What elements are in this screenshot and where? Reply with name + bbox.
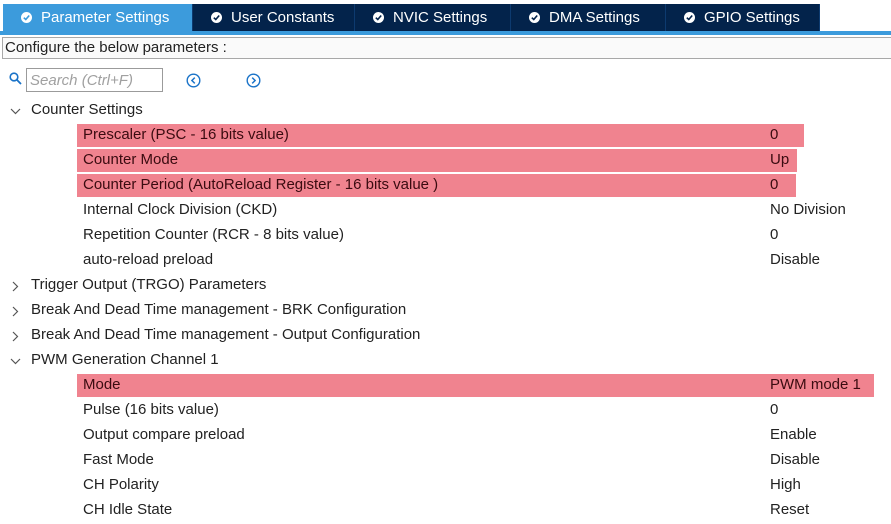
param-row-ch-idle-state[interactable]: CH Idle State Reset (0, 498, 891, 523)
param-value[interactable]: 0 (770, 176, 778, 193)
tab-bar: Parameter Settings User Constants NVIC S… (0, 0, 891, 36)
search-input[interactable] (26, 68, 163, 92)
param-name: CH Idle State (83, 501, 173, 518)
param-row-ch-polarity[interactable]: CH Polarity High (0, 473, 891, 498)
section-brk-configuration[interactable]: Break And Dead Time management - BRK Con… (0, 298, 891, 323)
param-name: Internal Clock Division (CKD) (83, 201, 278, 218)
section-trgo-parameters[interactable]: Trigger Output (TRGO) Parameters (0, 273, 891, 298)
section-label: PWM Generation Channel 1 (31, 351, 219, 368)
param-row-output-compare-preload[interactable]: Output compare preload Enable (0, 423, 891, 448)
param-value[interactable]: Up (770, 151, 789, 168)
param-row-auto-reload-preload[interactable]: auto-reload preload Disable (0, 248, 891, 273)
param-name: Prescaler (PSC - 16 bits value) (83, 126, 289, 143)
tab-label: GPIO Settings (704, 9, 800, 26)
check-circle-icon (211, 12, 222, 23)
tab-nvic-settings[interactable]: NVIC Settings (355, 4, 511, 31)
previous-circle-icon[interactable] (186, 73, 201, 88)
section-label: Counter Settings (31, 101, 143, 118)
param-name: auto-reload preload (83, 251, 214, 268)
param-value[interactable]: 0 (770, 401, 778, 418)
tab-label: NVIC Settings (393, 9, 488, 26)
check-circle-icon (684, 12, 695, 23)
tab-dma-settings[interactable]: DMA Settings (511, 4, 666, 31)
param-name: Counter Period (AutoReload Register - 16… (83, 176, 439, 193)
section-pwm-channel-1[interactable]: PWM Generation Channel 1 (0, 348, 891, 373)
check-circle-icon (529, 12, 540, 23)
section-counter-settings[interactable]: Counter Settings (0, 98, 891, 123)
check-circle-icon (21, 12, 32, 23)
check-circle-icon (373, 12, 384, 23)
row-highlight (77, 149, 797, 172)
param-row-repetition-counter[interactable]: Repetition Counter (RCR - 8 bits value) … (0, 223, 891, 248)
param-value[interactable]: Reset (770, 501, 809, 518)
param-row-pulse[interactable]: Pulse (16 bits value) 0 (0, 398, 891, 423)
tab-parameter-settings[interactable]: Parameter Settings (3, 4, 193, 31)
tab-underline (0, 31, 891, 35)
param-name: CH Polarity (83, 476, 159, 493)
param-name: Repetition Counter (RCR - 8 bits value) (83, 226, 344, 243)
chevron-right-icon[interactable] (10, 281, 21, 292)
param-value[interactable]: Enable (770, 426, 817, 443)
tab-label: Parameter Settings (41, 9, 170, 26)
tab-label: DMA Settings (549, 9, 640, 26)
param-value[interactable]: PWM mode 1 (770, 376, 861, 393)
info-bar: Configure the below parameters : (2, 37, 891, 59)
param-name: Pulse (16 bits value) (83, 401, 219, 418)
next-circle-icon[interactable] (246, 73, 261, 88)
param-value[interactable]: Disable (770, 251, 820, 268)
param-row-pwm-mode[interactable]: Mode PWM mode 1 (0, 373, 891, 398)
chevron-down-icon[interactable] (10, 356, 21, 367)
param-value[interactable]: 0 (770, 126, 778, 143)
param-row-counter-mode[interactable]: Counter Mode Up (0, 148, 891, 173)
param-value[interactable]: Disable (770, 451, 820, 468)
search-icon (9, 72, 22, 85)
section-output-configuration[interactable]: Break And Dead Time management - Output … (0, 323, 891, 348)
param-value[interactable]: High (770, 476, 801, 493)
section-label: Break And Dead Time management - Output … (31, 326, 421, 343)
chevron-right-icon[interactable] (10, 331, 21, 342)
chevron-right-icon[interactable] (10, 306, 21, 317)
tab-user-constants[interactable]: User Constants (193, 4, 355, 31)
chevron-down-icon[interactable] (10, 106, 21, 117)
param-name: Counter Mode (83, 151, 179, 168)
param-row-prescaler[interactable]: Prescaler (PSC - 16 bits value) 0 (0, 123, 891, 148)
param-name: Output compare preload (83, 426, 245, 443)
param-name: Fast Mode (83, 451, 154, 468)
row-highlight (77, 374, 874, 397)
param-name: Mode (83, 376, 121, 393)
param-row-fast-mode[interactable]: Fast Mode Disable (0, 448, 891, 473)
param-value[interactable]: 0 (770, 226, 778, 243)
tab-label: User Constants (231, 9, 335, 26)
section-label: Trigger Output (TRGO) Parameters (31, 276, 267, 293)
param-row-clock-division[interactable]: Internal Clock Division (CKD) No Divisio… (0, 198, 891, 223)
param-row-counter-period[interactable]: Counter Period (AutoReload Register - 16… (0, 173, 891, 198)
tab-gpio-settings[interactable]: GPIO Settings (666, 4, 820, 31)
param-value[interactable]: No Division (770, 201, 846, 218)
section-label: Break And Dead Time management - BRK Con… (31, 301, 407, 318)
